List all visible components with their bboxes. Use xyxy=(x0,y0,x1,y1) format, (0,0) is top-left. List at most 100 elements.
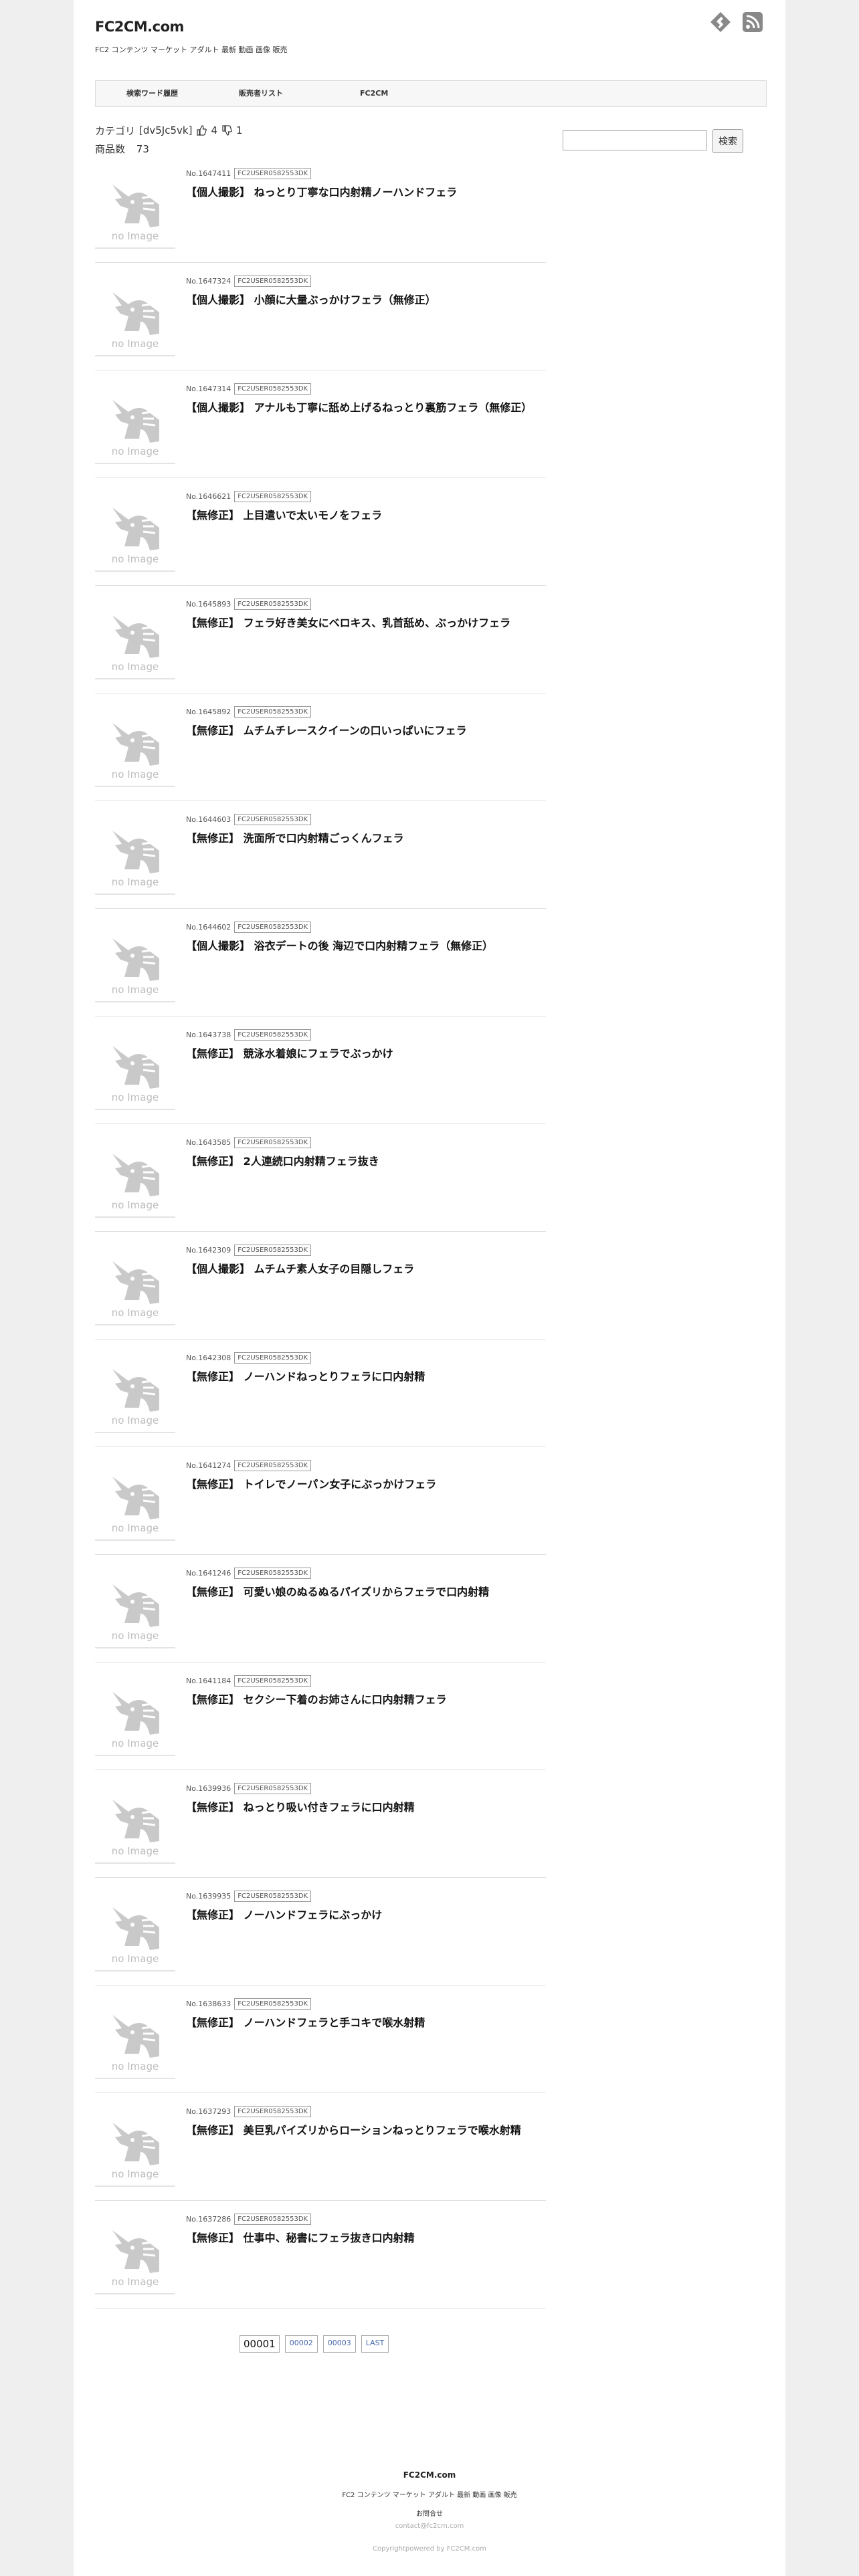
item-meta: No.1641246 FC2USER0582553DK xyxy=(186,1567,312,1579)
no-image-thumbnail[interactable]: no Image xyxy=(95,1029,175,1110)
seller-tag[interactable]: FC2USER0582553DK xyxy=(234,706,312,718)
seller-tag[interactable]: FC2USER0582553DK xyxy=(234,1782,312,1794)
no-image-thumbnail[interactable]: no Image xyxy=(95,1567,175,1648)
no-image-thumbnail[interactable]: no Image xyxy=(95,1675,175,1756)
no-image-thumbnail[interactable]: no Image xyxy=(95,490,175,572)
item-title[interactable]: 【個人撮影】 小顔に大量ぶっかけフェラ（無修正） xyxy=(186,291,436,307)
divider xyxy=(95,585,546,586)
no-image-thumbnail[interactable]: no Image xyxy=(95,1998,175,2079)
divider xyxy=(95,262,546,263)
item-title[interactable]: 【無修正】 フェラ好き美女にベロキス、乳首舐め、ぶっかけフェラ xyxy=(186,614,510,630)
item-title[interactable]: 【無修正】 トイレでノーパン女子にぶっかけフェラ xyxy=(186,1475,436,1491)
no-image-label: no Image xyxy=(111,1307,159,1319)
no-image-thumbnail[interactable]: no Image xyxy=(95,167,175,249)
seller-tag[interactable]: FC2USER0582553DK xyxy=(234,921,312,933)
list-item: no Image No.1647324 FC2USER0582553DK 【個人撮影】… xyxy=(95,275,546,383)
footer-description: FC2 コンテンツ マーケット アダルト 最新 動画 画像 販売 xyxy=(342,2492,517,2499)
nav-seller-list[interactable]: 販売者リスト xyxy=(239,81,283,106)
item-title[interactable]: 【個人撮影】 浴衣デートの後 海辺で口内射精フェラ（無修正） xyxy=(186,937,493,953)
seller-tag[interactable]: FC2USER0582553DK xyxy=(234,2213,312,2225)
item-meta: No.1642308 FC2USER0582553DK xyxy=(186,1352,312,1364)
item-title[interactable]: 【無修正】 ノーハンドねっとりフェラに口内射精 xyxy=(186,1368,425,1384)
search-input[interactable] xyxy=(563,130,707,150)
category-id: [dv5Jc5vk] xyxy=(139,124,193,136)
page-3[interactable]: 00003 xyxy=(322,2335,356,2353)
item-number: No.1642309 xyxy=(186,1245,231,1255)
item-title[interactable]: 【無修正】 ノーハンドフェラにぶっかけ xyxy=(186,1906,382,1922)
item-title[interactable]: 【個人撮影】 ねっとり丁寧な口内射精ノーハンドフェラ xyxy=(186,183,457,199)
page-last[interactable]: LAST xyxy=(361,2335,389,2353)
seller-tag[interactable]: FC2USER0582553DK xyxy=(234,1029,312,1041)
no-image-thumbnail[interactable]: no Image xyxy=(95,598,175,679)
list-item: no Image No.1641274 FC2USER0582553DK 【無修正】 … xyxy=(95,1459,546,1567)
thumbs-up-icon[interactable] xyxy=(196,125,207,136)
seller-tag[interactable]: FC2USER0582553DK xyxy=(234,383,312,395)
list-item: no Image No.1645893 FC2USER0582553DK 【無修正】 … xyxy=(95,598,546,706)
item-title[interactable]: 【無修正】 競泳水着娘にフェラでぶっかけ xyxy=(186,1045,393,1061)
no-image-thumbnail[interactable]: no Image xyxy=(95,813,175,895)
seller-tag[interactable]: FC2USER0582553DK xyxy=(234,1998,312,2010)
seller-tag[interactable]: FC2USER0582553DK xyxy=(234,275,312,287)
site-title[interactable]: FC2CM.com xyxy=(95,19,184,35)
item-title[interactable]: 【無修正】 仕事中、秘書にフェラ抜き口内射精 xyxy=(186,2229,415,2245)
page-1[interactable]: 00001 xyxy=(240,2335,280,2353)
list-item: no Image No.1644602 FC2USER0582553DK 【個人撮影】… xyxy=(95,921,546,1029)
item-title[interactable]: 【無修正】 可愛い娘のぬるぬるパイズリからフェラで口内射精 xyxy=(186,1583,489,1599)
no-image-label: no Image xyxy=(111,661,159,673)
item-title[interactable]: 【無修正】 セクシー下着のお姉さんに口内射精フェラ xyxy=(186,1691,447,1707)
seller-tag[interactable]: FC2USER0582553DK xyxy=(234,1890,312,1902)
search-button[interactable]: 検索 xyxy=(712,129,743,153)
item-title[interactable]: 【個人撮影】 ムチムチ素人女子の目隠しフェラ xyxy=(186,1260,414,1276)
no-image-thumbnail[interactable]: no Image xyxy=(95,275,175,356)
no-image-thumbnail[interactable]: no Image xyxy=(95,1459,175,1541)
seller-tag[interactable]: FC2USER0582553DK xyxy=(234,598,312,610)
no-image-thumbnail[interactable]: no Image xyxy=(95,921,175,1002)
footer-site-title[interactable]: FC2CM.com xyxy=(74,2470,785,2480)
no-image-label: no Image xyxy=(111,1091,159,1103)
list-item: no Image No.1637286 FC2USER0582553DK 【無修正】 … xyxy=(95,2213,546,2321)
item-title[interactable]: 【無修正】 ねっとり吸い付きフェラに口内射精 xyxy=(186,1798,415,1814)
no-image-thumbnail[interactable]: no Image xyxy=(95,383,175,464)
page: FC2CM.com FC2 コンテンツ マーケット アダルト 最新 動画 画像 … xyxy=(74,0,785,2576)
list-item: no Image No.1643738 FC2USER0582553DK 【無修正】 … xyxy=(95,1029,546,1136)
no-image-thumbnail[interactable]: no Image xyxy=(95,1352,175,1433)
nav-fc2cm[interactable]: FC2CM xyxy=(360,81,388,106)
list-item: no Image No.1639936 FC2USER0582553DK 【無修正】 … xyxy=(95,1782,546,1890)
seller-tag[interactable]: FC2USER0582553DK xyxy=(234,813,312,825)
thumbs-down-icon[interactable] xyxy=(221,125,232,136)
item-number: No.1646621 xyxy=(186,492,231,501)
page-2[interactable]: 00002 xyxy=(284,2335,318,2353)
no-image-thumbnail[interactable]: no Image xyxy=(95,1136,175,1218)
nav-search-history[interactable]: 検索ワード履歴 xyxy=(126,81,178,106)
seller-tag[interactable]: FC2USER0582553DK xyxy=(234,1352,312,1364)
item-title[interactable]: 【無修正】 ノーハンドフェラと手コキで喉水射精 xyxy=(186,2014,425,2030)
item-title[interactable]: 【個人撮影】 アナルも丁寧に舐め上げるねっとり裏筋フェラ（無修正） xyxy=(186,399,532,415)
seller-tag[interactable]: FC2USER0582553DK xyxy=(234,490,312,502)
feedly-icon[interactable] xyxy=(709,11,732,33)
item-title[interactable]: 【無修正】 2人連続口内射精フェラ抜き xyxy=(186,1152,379,1168)
no-image-thumbnail[interactable]: no Image xyxy=(95,706,175,787)
seller-tag[interactable]: FC2USER0582553DK xyxy=(234,1244,312,1256)
item-title[interactable]: 【無修正】 洗面所で口内射精ごっくんフェラ xyxy=(186,829,404,845)
seller-tag[interactable]: FC2USER0582553DK xyxy=(234,1136,312,1148)
rss-icon[interactable] xyxy=(741,11,764,33)
no-image-label: no Image xyxy=(111,1199,159,1211)
no-image-label: no Image xyxy=(111,984,159,996)
no-image-thumbnail[interactable]: no Image xyxy=(95,2105,175,2187)
no-image-thumbnail[interactable]: no Image xyxy=(95,1782,175,1864)
seller-tag[interactable]: FC2USER0582553DK xyxy=(234,167,312,179)
item-title[interactable]: 【無修正】 ムチムチレースクイーンの口いっぱいにフェラ xyxy=(186,722,467,738)
footer-contact-link[interactable]: お問合せ xyxy=(74,2508,785,2518)
item-meta: No.1638633 FC2USER0582553DK xyxy=(186,1998,312,2010)
no-image-thumbnail[interactable]: no Image xyxy=(95,1244,175,1325)
seller-tag[interactable]: FC2USER0582553DK xyxy=(234,1675,312,1687)
seller-tag[interactable]: FC2USER0582553DK xyxy=(234,1459,312,1471)
seller-tag[interactable]: FC2USER0582553DK xyxy=(234,1567,312,1579)
no-image-thumbnail[interactable]: no Image xyxy=(95,1890,175,1971)
item-meta: No.1641184 FC2USER0582553DK xyxy=(186,1675,312,1687)
seller-tag[interactable]: FC2USER0582553DK xyxy=(234,2105,312,2117)
item-title[interactable]: 【無修正】 美巨乳パイズリからローションねっとりフェラで喉水射精 xyxy=(186,2121,521,2137)
item-count-label: 商品数 xyxy=(95,143,126,155)
item-title[interactable]: 【無修正】 上目遣いで太いモノをフェラ xyxy=(186,506,382,522)
no-image-thumbnail[interactable]: no Image xyxy=(95,2213,175,2294)
